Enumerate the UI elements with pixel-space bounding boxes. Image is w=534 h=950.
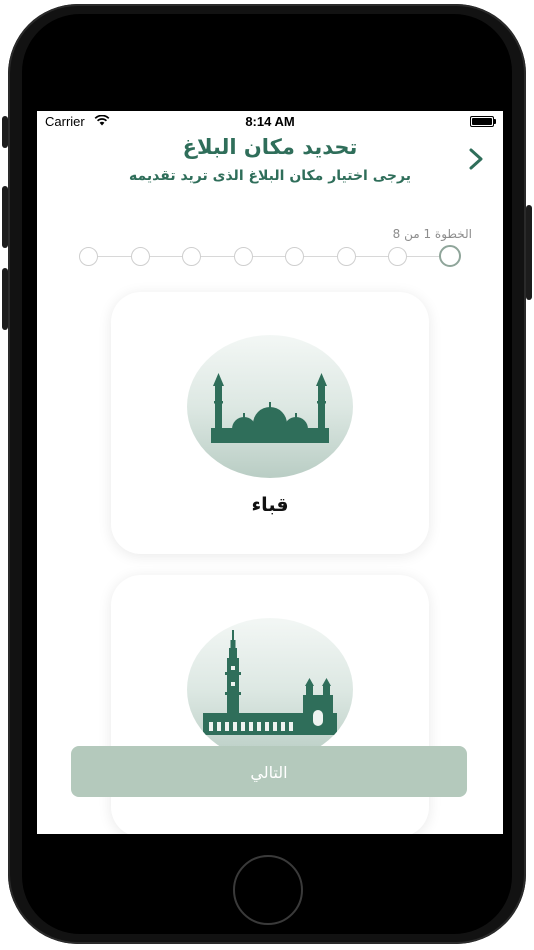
location-card-quba[interactable]: قباء: [111, 292, 429, 554]
quba-mosque-icon: [211, 373, 329, 443]
location-label-quba: قباء: [251, 494, 289, 516]
battery-icon: [470, 116, 496, 127]
home-button[interactable]: [233, 855, 303, 925]
page-subtitle: يرجى اختيار مكان البلاغ الذى تريد تقديمه: [129, 168, 411, 184]
app-screen: Carrier 8:14 AM تحديد مكان البلاغ يرجى ا…: [37, 111, 503, 834]
step-dot-1-current: [439, 245, 461, 267]
next-button[interactable]: التالي: [71, 746, 467, 797]
page-title: تحديد مكان البلاغ: [182, 135, 358, 159]
mute-switch: [2, 116, 8, 148]
step-dot-3: [337, 247, 356, 266]
step-dot-2: [388, 247, 407, 266]
step-progress-indicator: [78, 245, 464, 269]
location-image: [187, 335, 353, 478]
step-dot-7: [131, 247, 150, 266]
status-time: 8:14 AM: [245, 114, 295, 129]
volume-up-button: [2, 186, 8, 248]
step-dot-4: [285, 247, 304, 266]
prophet-mosque-icon: [203, 630, 337, 735]
step-counter: الخطوة 1 من 8: [392, 227, 472, 241]
step-dot-8: [79, 247, 98, 266]
step-dot-6: [182, 247, 201, 266]
status-bar: Carrier 8:14 AM: [37, 111, 503, 131]
volume-down-button: [2, 268, 8, 330]
step-dot-5: [234, 247, 253, 266]
location-image: [187, 618, 353, 761]
power-button: [526, 205, 532, 300]
